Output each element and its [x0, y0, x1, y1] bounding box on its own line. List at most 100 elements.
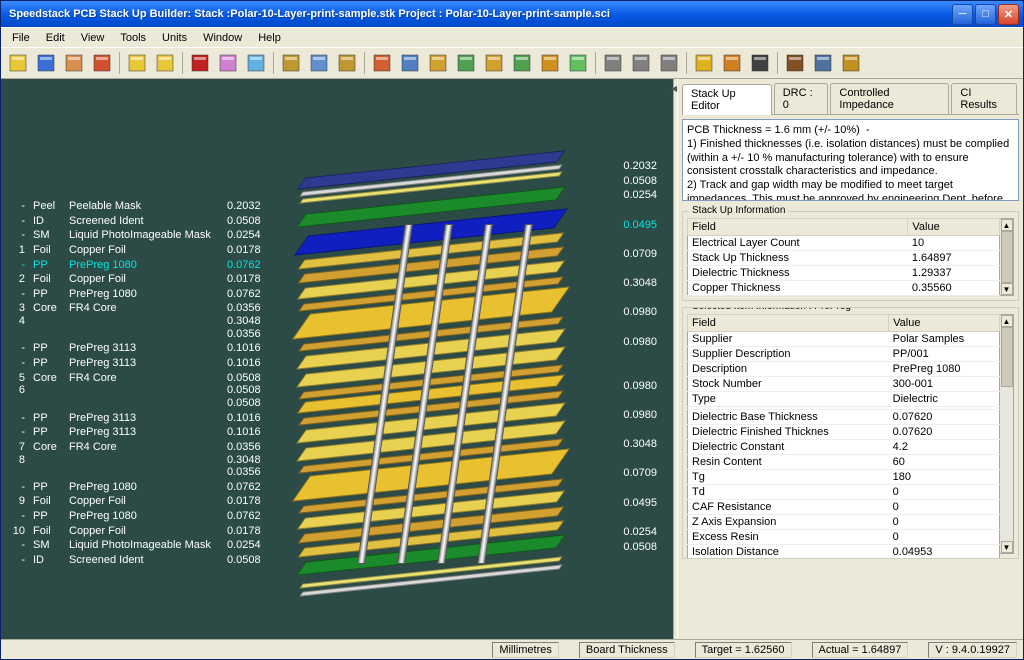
scroll-up-icon[interactable]: ▲	[1001, 315, 1013, 327]
splitter[interactable]	[673, 79, 678, 639]
tab-controlled-impedance[interactable]: Controlled Impedance	[830, 83, 949, 114]
menu-tools[interactable]: Tools	[113, 30, 153, 46]
toolbar-tool-b-button[interactable]	[397, 50, 423, 76]
layer-row[interactable]: -PPPrePreg 31130.1016	[11, 356, 269, 371]
toolbar-palette-button[interactable]	[89, 50, 115, 76]
selected-item-table[interactable]: FieldValue SupplierPolar SamplesSupplier…	[687, 314, 1000, 559]
table-row[interactable]: Stock Number300-001	[688, 377, 1000, 392]
toolbar-tool-a-button[interactable]	[369, 50, 395, 76]
table-row[interactable]: Isolation Distance0.04953	[688, 545, 1000, 560]
table-row[interactable]: Dielectric Thickness1.29337	[688, 266, 1000, 281]
table-row[interactable]: Supplier DescriptionPP/001	[688, 347, 1000, 362]
stackup-viewport[interactable]: -PeelPeelable Mask0.2032-IDScreened Iden…	[1, 79, 673, 639]
tab-ci-results[interactable]: CI Results	[951, 83, 1017, 114]
toolbar-tool-c-button[interactable]	[425, 50, 451, 76]
col-field[interactable]: Field	[688, 219, 908, 236]
toolbar-mirror-button[interactable]	[243, 50, 269, 76]
toolbar-report-b-button[interactable]	[810, 50, 836, 76]
toolbar-via-b-button[interactable]	[628, 50, 654, 76]
toolbar-man-button[interactable]	[61, 50, 87, 76]
layer-row[interactable]: -SMLiquid PhotoImageable Mask0.0254	[11, 228, 269, 243]
toolbar-3d-b-button[interactable]	[719, 50, 745, 76]
layer-row[interactable]: -PeelPeelable Mask0.2032	[11, 199, 269, 214]
toolbar-3d-a-button[interactable]	[691, 50, 717, 76]
layer-row[interactable]: -IDScreened Ident0.0508	[11, 214, 269, 229]
notes-box[interactable]: PCB Thickness = 1.6 mm (+/- 10%) - 1) Fi…	[682, 119, 1019, 201]
layer-row[interactable]: 7 8CoreFR4 Core0.0356 0.3048 0.0356	[11, 440, 269, 480]
toolbar-stack2-button[interactable]	[152, 50, 178, 76]
menu-help[interactable]: Help	[251, 30, 288, 46]
minimize-button[interactable]: ─	[952, 4, 973, 25]
toolbar-report-c-button[interactable]	[838, 50, 864, 76]
table-row[interactable]: TypeDielectric	[688, 392, 1000, 407]
col-value[interactable]: Value	[908, 219, 1000, 236]
toolbar-layer-b-button[interactable]	[306, 50, 332, 76]
toolbar-new-button[interactable]	[5, 50, 31, 76]
layer-row[interactable]: 5 6CoreFR4 Core0.0508 0.0508 0.0508	[11, 371, 269, 411]
table-row[interactable]: Electrical Layer Count10	[688, 236, 1000, 251]
toolbar-report-a-button[interactable]	[782, 50, 808, 76]
toolbar-tool-f-button[interactable]	[509, 50, 535, 76]
layer-row[interactable]: -PPPrePreg 10800.0762	[11, 287, 269, 302]
scroll-down-icon[interactable]: ▼	[1001, 283, 1013, 295]
col-field[interactable]: Field	[688, 315, 889, 332]
menu-file[interactable]: File	[5, 30, 37, 46]
table-row[interactable]: Copper Thickness0.35560	[688, 281, 1000, 296]
toolbar-tool-d-button[interactable]	[453, 50, 479, 76]
toolbar-tool-g-button[interactable]	[537, 50, 563, 76]
toolbar-3d-c-button[interactable]	[747, 50, 773, 76]
scrollbar[interactable]: ▲▼	[1000, 218, 1014, 296]
layer-row[interactable]: -PPPrePreg 10800.0762	[11, 258, 269, 273]
table-row[interactable]: Td0	[688, 485, 1000, 500]
toolbar-layer-a-button[interactable]	[278, 50, 304, 76]
menu-units[interactable]: Units	[155, 30, 194, 46]
layer-row[interactable]: 9FoilCopper Foil0.0178	[11, 494, 269, 509]
toolbar-layer-c-button[interactable]	[334, 50, 360, 76]
scrollbar[interactable]: ▲▼	[1000, 314, 1014, 554]
toolbar-stack1-button[interactable]	[124, 50, 150, 76]
layer-row[interactable]: 10FoilCopper Foil0.0178	[11, 524, 269, 539]
table-row[interactable]: CAF Resistance0	[688, 500, 1000, 515]
toolbar-tool-e-button[interactable]	[481, 50, 507, 76]
menu-edit[interactable]: Edit	[39, 30, 72, 46]
table-row[interactable]: Dielectric Finished Thicknes0.07620	[688, 425, 1000, 440]
close-button[interactable]: ✕	[998, 4, 1019, 25]
layer-row[interactable]: 1FoilCopper Foil0.0178	[11, 243, 269, 258]
col-value[interactable]: Value	[889, 315, 1000, 332]
table-row[interactable]: DescriptionPrePreg 1080	[688, 362, 1000, 377]
toolbar-wizard-button[interactable]	[33, 50, 59, 76]
layer-row[interactable]: 3 4CoreFR4 Core0.0356 0.3048 0.0356	[11, 301, 269, 341]
menu-view[interactable]: View	[74, 30, 112, 46]
layer-row[interactable]: -IDScreened Ident0.0508	[11, 553, 269, 568]
table-row[interactable]: Dielectric Constant4.2	[688, 440, 1000, 455]
toolbar-via-a-button[interactable]	[600, 50, 626, 76]
scroll-thumb[interactable]	[1001, 231, 1013, 283]
table-row[interactable]: Tg180	[688, 470, 1000, 485]
table-row[interactable]: Dielectric Base Thickness0.07620	[688, 410, 1000, 425]
tab-stack-up-editor[interactable]: Stack Up Editor	[682, 84, 772, 115]
layer-row[interactable]: -PPPrePreg 31130.1016	[11, 425, 269, 440]
table-row[interactable]: Stack Up Thickness1.64897	[688, 251, 1000, 266]
maximize-button[interactable]: □	[975, 4, 996, 25]
layer-row[interactable]: -SMLiquid PhotoImageable Mask0.0254	[11, 538, 269, 553]
layer-row[interactable]: -PPPrePreg 31130.1016	[11, 341, 269, 356]
scroll-up-icon[interactable]: ▲	[1001, 219, 1013, 231]
table-row[interactable]: SupplierPolar Samples	[688, 332, 1000, 347]
stackup-info-table[interactable]: FieldValue Electrical Layer Count10Stack…	[687, 218, 1000, 296]
table-row[interactable]: Resin Content60	[688, 455, 1000, 470]
toolbar-tool-h-button[interactable]	[565, 50, 591, 76]
titlebar[interactable]: Speedstack PCB Stack Up Builder: Stack :…	[1, 1, 1023, 27]
table-row[interactable]: Z Axis Expansion0	[688, 515, 1000, 530]
scroll-down-icon[interactable]: ▼	[1001, 541, 1013, 553]
menu-window[interactable]: Window	[196, 30, 249, 46]
toolbar-delete-button[interactable]	[187, 50, 213, 76]
tab-drc-0[interactable]: DRC : 0	[774, 83, 829, 114]
layer-row[interactable]: -PPPrePreg 31130.1016	[11, 411, 269, 426]
stackup-3d-view[interactable]	[301, 164, 651, 639]
layer-row[interactable]: -PPPrePreg 10800.0762	[11, 509, 269, 524]
table-row[interactable]: Excess Resin0	[688, 530, 1000, 545]
layer-row[interactable]: 2FoilCopper Foil0.0178	[11, 272, 269, 287]
toolbar-swap-button[interactable]	[215, 50, 241, 76]
scroll-thumb[interactable]	[1001, 327, 1013, 387]
toolbar-via-c-button[interactable]	[656, 50, 682, 76]
